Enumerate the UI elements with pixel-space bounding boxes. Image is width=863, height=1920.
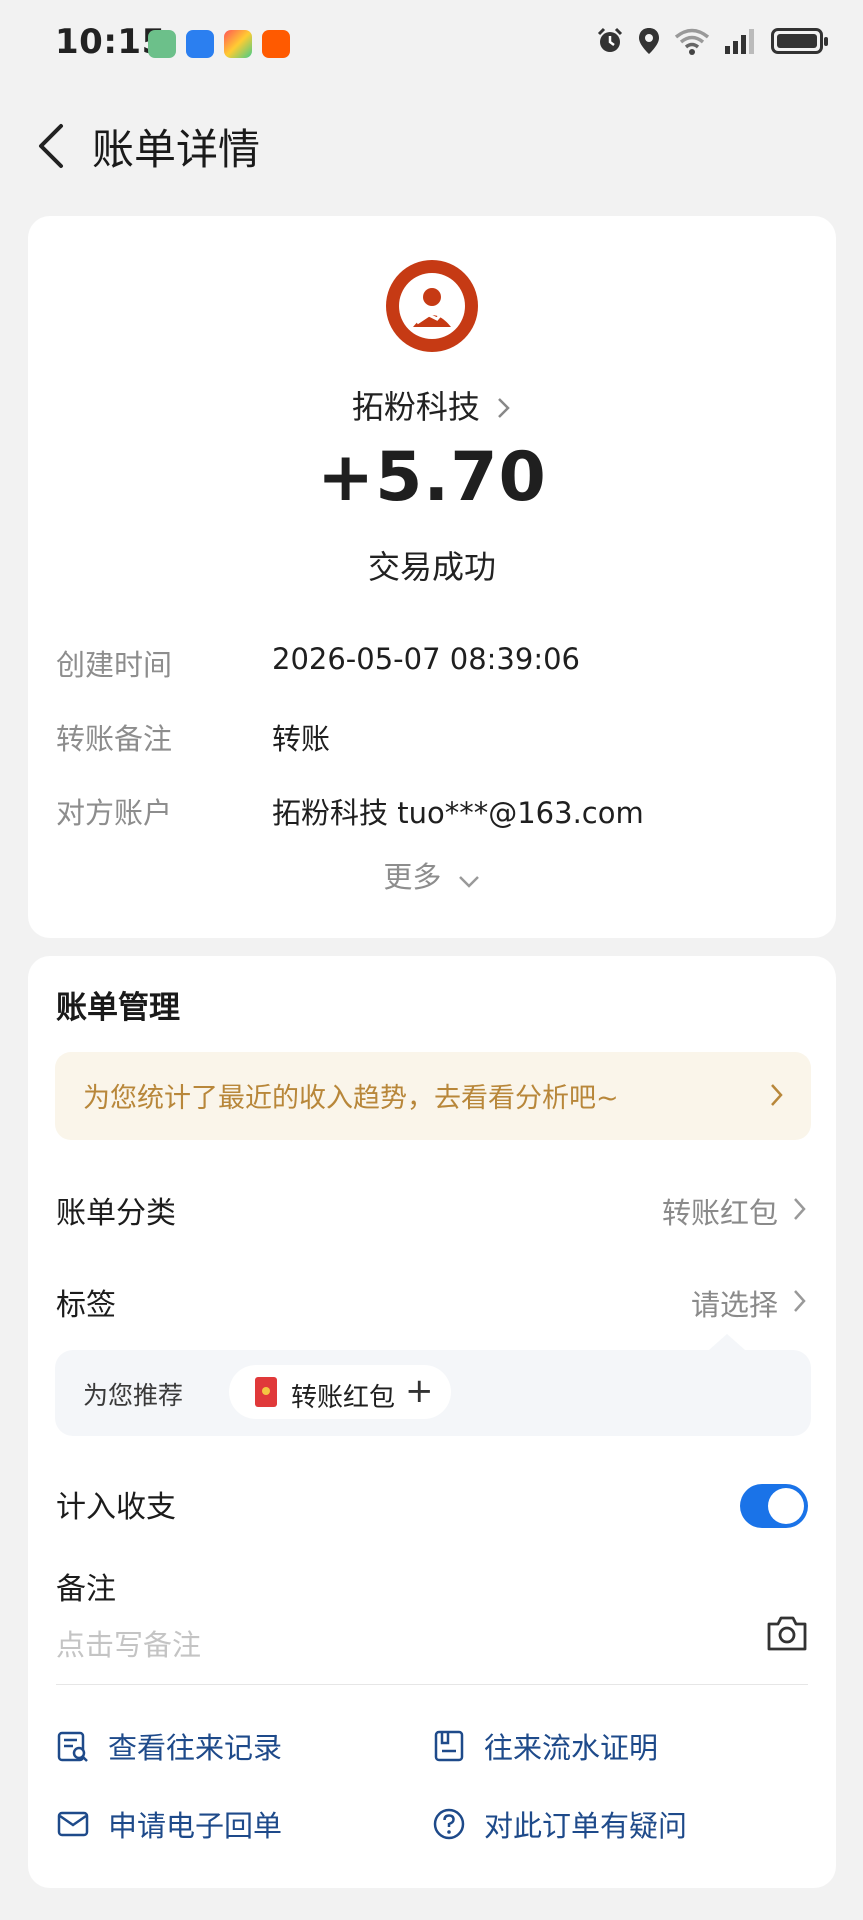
wifi-icon xyxy=(674,28,710,55)
chevron-right-icon xyxy=(794,1290,806,1312)
records-icon xyxy=(57,1731,88,1762)
memo-input[interactable]: 点击写备注 xyxy=(56,1622,201,1664)
chevron-right-icon xyxy=(771,1084,783,1106)
tag-value: 请选择 xyxy=(690,1288,778,1322)
chip-label: 转账红包 xyxy=(291,1383,396,1413)
signal-icon xyxy=(725,29,754,54)
help-icon xyxy=(433,1808,465,1840)
memo-label: 备注 xyxy=(56,1572,116,1607)
merchant-name: 拓粉科技 xyxy=(351,388,480,426)
add-icon: + xyxy=(405,1371,434,1411)
store-icon xyxy=(224,30,252,58)
header: 账单详情 xyxy=(0,90,863,200)
action-label: 申请电子回单 xyxy=(108,1809,283,1843)
detail-value: 转账 xyxy=(272,722,331,756)
merchant-logo-icon xyxy=(413,288,451,327)
income-trend-banner[interactable]: 为您统计了最近的收入趋势，去看看分析吧~ xyxy=(55,1052,811,1140)
include-toggle[interactable] xyxy=(740,1484,808,1528)
merchant-name-link[interactable]: 拓粉科技 xyxy=(28,382,836,428)
action-label: 往来流水证明 xyxy=(484,1731,659,1765)
camera-icon[interactable] xyxy=(766,1614,808,1652)
transaction-card: 拓粉科技 +5.70 交易成功 创建时间 2026-05-07 08:39:06… xyxy=(28,216,836,938)
chevron-left-icon xyxy=(39,124,63,168)
toggle-knob xyxy=(768,1488,804,1524)
red-envelope-icon xyxy=(255,1377,277,1407)
section-title: 账单管理 xyxy=(56,990,180,1026)
maps-icon xyxy=(148,30,176,58)
merchant-avatar[interactable] xyxy=(386,260,478,352)
action-label: 对此订单有疑问 xyxy=(484,1809,688,1843)
transaction-amount: +5.70 xyxy=(317,438,547,517)
certificate-icon xyxy=(434,1730,464,1762)
detail-row-remark: 转账备注 转账 xyxy=(56,716,816,766)
view-records-button[interactable]: 查看往来记录 xyxy=(56,1716,282,1776)
messages-icon xyxy=(186,30,214,58)
bill-management-card: 账单管理 为您统计了最近的收入趋势，去看看分析吧~ 账单分类 转账红包 标签 请… xyxy=(28,956,836,1888)
detail-label: 转账备注 xyxy=(56,722,173,756)
transaction-certificate-button[interactable]: 往来流水证明 xyxy=(432,1716,658,1776)
tag-recommendation: 为您推荐 转账红包 + xyxy=(55,1334,811,1436)
more-button[interactable]: 更多 xyxy=(28,854,836,896)
category-label: 账单分类 xyxy=(56,1196,176,1231)
recommendation-label: 为您推荐 xyxy=(83,1381,184,1410)
taobao-icon xyxy=(262,30,290,58)
action-label: 查看往来记录 xyxy=(108,1731,283,1765)
banner-text: 为您统计了最近的收入趋势，去看看分析吧~ xyxy=(83,1083,619,1114)
detail-row-created: 创建时间 2026-05-07 08:39:06 xyxy=(56,642,816,692)
divider xyxy=(56,1684,808,1685)
chevron-down-icon xyxy=(458,876,479,888)
include-label: 计入收支 xyxy=(56,1490,176,1525)
battery-icon xyxy=(771,28,828,54)
back-button[interactable] xyxy=(26,118,76,174)
more-label: 更多 xyxy=(383,860,442,894)
page-title: 账单详情 xyxy=(92,125,261,174)
e-receipt-button[interactable]: 申请电子回单 xyxy=(56,1794,282,1854)
recommended-tag-chip[interactable]: 转账红包 + xyxy=(229,1365,451,1419)
detail-value: 拓粉科技 tuo***@163.com xyxy=(272,796,644,830)
mail-icon xyxy=(57,1811,89,1837)
category-value: 转账红包 xyxy=(661,1196,778,1230)
detail-row-account: 对方账户 拓粉科技 tuo***@163.com xyxy=(56,790,816,840)
tag-label: 标签 xyxy=(56,1288,116,1323)
detail-value: 2026-05-07 08:39:06 xyxy=(272,642,580,676)
recommendation-pointer xyxy=(709,1334,745,1350)
transaction-status: 交易成功 xyxy=(367,548,496,586)
detail-label: 对方账户 xyxy=(56,796,173,830)
status-bar: 10:15 xyxy=(0,0,863,90)
chevron-right-icon xyxy=(498,398,510,418)
chevron-right-icon xyxy=(794,1198,806,1220)
detail-label: 创建时间 xyxy=(56,648,173,682)
location-icon xyxy=(639,28,659,54)
alarm-icon xyxy=(597,27,623,52)
order-question-button[interactable]: 对此订单有疑问 xyxy=(432,1794,687,1854)
